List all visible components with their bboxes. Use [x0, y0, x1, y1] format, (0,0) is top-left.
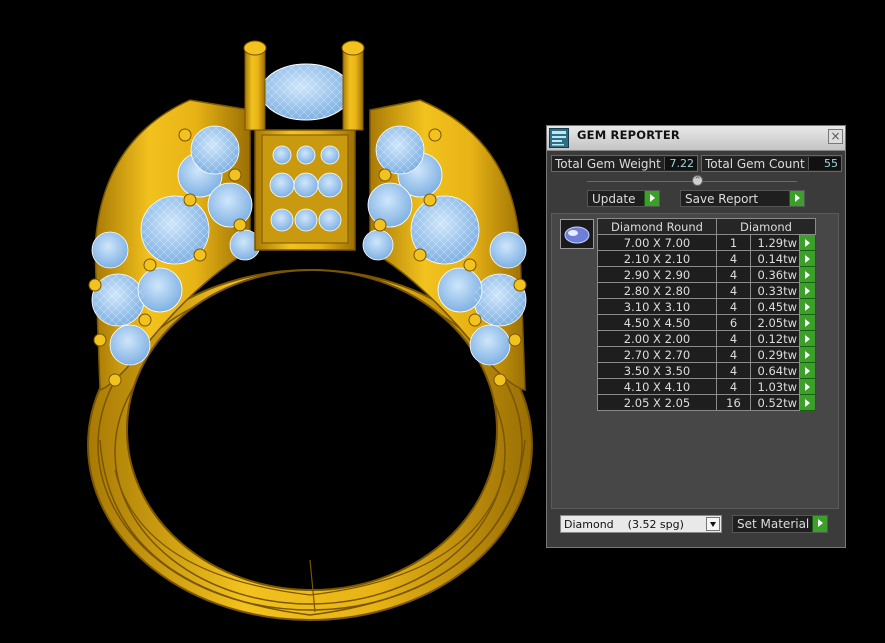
gem-count-cell: 4 [716, 266, 751, 283]
update-button-label: Update [592, 192, 636, 206]
3d-viewport[interactable] [0, 0, 545, 643]
table-row[interactable]: 2.10 X 2.10 4 0.14tw [597, 250, 816, 267]
set-material-button-label: Set Material [737, 517, 810, 531]
save-report-button-label: Save Report [685, 192, 759, 206]
row-action-arrow-icon[interactable] [799, 378, 816, 395]
save-report-button[interactable]: Save Report [680, 190, 805, 207]
row-action-arrow-icon[interactable] [799, 394, 816, 411]
gem-count-cell: 1 [716, 234, 751, 251]
table-header-row: Diamond Round Diamond [597, 218, 816, 235]
gem-weight-cell: 0.14tw [750, 250, 800, 267]
table-row[interactable]: 2.80 X 2.80 4 0.33tw [597, 282, 816, 299]
gem-weight-cell: 0.29tw [750, 346, 800, 363]
table-row[interactable]: 4.10 X 4.10 4 1.03tw [597, 378, 816, 395]
total-gem-count-value: 55 [808, 157, 841, 170]
gem-report-area: Diamond Round Diamond 7.00 X 7.00 1 1.29tw… [551, 213, 839, 509]
gem-reporter-panel: GEM REPORTER × Total Gem Weight 7.22 Tot… [546, 125, 846, 548]
gem-count-cell: 4 [716, 330, 751, 347]
collapse-toggle-icon[interactable]: ^ [692, 175, 703, 186]
table-row[interactable]: 2.05 X 2.05 16 0.52tw [597, 394, 816, 411]
chevron-down-icon[interactable] [706, 517, 720, 531]
gem-count-cell: 4 [716, 362, 751, 379]
gem-size-cell: 4.10 X 4.10 [597, 378, 717, 395]
play-arrow-icon [644, 191, 659, 206]
gem-count-cell: 4 [716, 282, 751, 299]
gem-size-cell: 3.10 X 3.10 [597, 298, 717, 315]
gem-count-cell: 4 [716, 250, 751, 267]
row-action-arrow-icon[interactable] [799, 314, 816, 331]
total-gem-weight-label: Total Gem Weight [555, 157, 661, 171]
gem-count-cell: 4 [716, 378, 751, 395]
col-header-material: Diamond [716, 218, 816, 235]
gem-size-cell: 2.10 X 2.10 [597, 250, 717, 267]
table-row[interactable]: 2.00 X 2.00 4 0.12tw [597, 330, 816, 347]
material-select-value: Diamond (3.52 spg) [564, 518, 684, 531]
table-row[interactable]: 2.70 X 2.70 4 0.29tw [597, 346, 816, 363]
close-icon[interactable]: × [828, 129, 843, 144]
gem-weight-cell: 0.64tw [750, 362, 800, 379]
gem-size-cell: 4.50 X 4.50 [597, 314, 717, 331]
row-action-arrow-icon[interactable] [799, 250, 816, 267]
gem-size-cell: 7.00 X 7.00 [597, 234, 717, 251]
update-button[interactable]: Update [587, 190, 660, 207]
row-action-arrow-icon[interactable] [799, 266, 816, 283]
row-action-arrow-icon[interactable] [799, 346, 816, 363]
total-gem-count: Total Gem Count 55 [701, 155, 842, 172]
gem-size-cell: 2.80 X 2.80 [597, 282, 717, 299]
row-action-arrow-icon[interactable] [799, 330, 816, 347]
row-action-arrow-icon[interactable] [799, 362, 816, 379]
gem-weight-cell: 0.33tw [750, 282, 800, 299]
title-bar[interactable]: GEM REPORTER × [547, 126, 845, 151]
gem-count-cell: 4 [716, 298, 751, 315]
total-gem-weight-value: 7.22 [664, 157, 697, 170]
gem-weight-cell: 0.52tw [750, 394, 800, 411]
table-row[interactable]: 7.00 X 7.00 1 1.29tw [597, 234, 816, 251]
table-row[interactable]: 3.10 X 3.10 4 0.45tw [597, 298, 816, 315]
gem-reporter-app-icon [549, 128, 569, 148]
table-row[interactable]: 3.50 X 3.50 4 0.64tw [597, 362, 816, 379]
material-select[interactable]: Diamond (3.52 spg) [560, 515, 722, 533]
gem-weight-cell: 0.36tw [750, 266, 800, 283]
row-action-arrow-icon[interactable] [799, 298, 816, 315]
gem-thumbnail-icon[interactable] [560, 219, 594, 249]
play-arrow-icon [812, 516, 827, 532]
gem-size-cell: 2.05 X 2.05 [597, 394, 717, 411]
gem-weight-cell: 0.45tw [750, 298, 800, 315]
gem-weight-cell: 0.12tw [750, 330, 800, 347]
gem-count-cell: 16 [716, 394, 751, 411]
total-gem-count-label: Total Gem Count [705, 157, 805, 171]
col-header-shape: Diamond Round [597, 218, 717, 235]
gem-size-cell: 2.00 X 2.00 [597, 330, 717, 347]
gem-count-cell: 4 [716, 346, 751, 363]
table-row[interactable]: 4.50 X 4.50 6 2.05tw [597, 314, 816, 331]
ring-render [87, 40, 533, 621]
gem-count-cell: 6 [716, 314, 751, 331]
gem-weight-cell: 1.29tw [750, 234, 800, 251]
row-action-arrow-icon[interactable] [799, 282, 816, 299]
gem-weight-cell: 2.05tw [750, 314, 800, 331]
gem-size-cell: 2.90 X 2.90 [597, 266, 717, 283]
row-action-arrow-icon[interactable] [799, 234, 816, 251]
panel-title: GEM REPORTER [577, 128, 680, 142]
play-arrow-icon [789, 191, 804, 206]
gem-table: Diamond Round Diamond 7.00 X 7.00 1 1.29tw… [597, 218, 816, 411]
gem-size-cell: 3.50 X 3.50 [597, 362, 717, 379]
set-material-button[interactable]: Set Material [732, 515, 828, 533]
gem-size-cell: 2.70 X 2.70 [597, 346, 717, 363]
total-gem-weight: Total Gem Weight 7.22 [551, 155, 698, 172]
table-row[interactable]: 2.90 X 2.90 4 0.36tw [597, 266, 816, 283]
center-setting [243, 40, 365, 251]
gem-weight-cell: 1.03tw [750, 378, 800, 395]
